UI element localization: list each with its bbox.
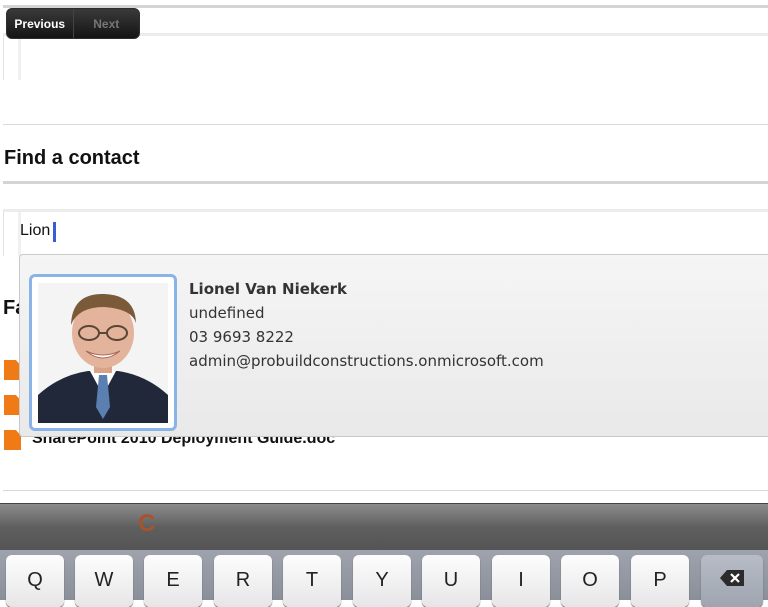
- section-divider: [3, 124, 768, 125]
- key-t[interactable]: T: [283, 555, 341, 607]
- prev-next-control: Previous Next: [6, 8, 140, 39]
- key-w[interactable]: W: [75, 555, 133, 607]
- key-o[interactable]: O: [561, 555, 619, 607]
- previous-button[interactable]: Previous: [7, 9, 73, 38]
- key-r[interactable]: R: [214, 555, 272, 607]
- on-screen-keyboard: Q W E R T Y U I O P: [0, 549, 768, 607]
- key-e[interactable]: E: [144, 555, 202, 607]
- key-y[interactable]: Y: [353, 555, 411, 607]
- background-heading-fragment: C: [138, 510, 156, 537]
- key-p[interactable]: P: [631, 555, 689, 607]
- contact-photo: [38, 283, 168, 423]
- search-input-value: Lion: [20, 222, 51, 239]
- next-button[interactable]: Next: [72, 9, 139, 38]
- contact-title: undefined: [189, 304, 265, 322]
- key-i[interactable]: I: [492, 555, 550, 607]
- contact-name: Lionel Van Niekerk: [189, 280, 348, 298]
- list-divider: [3, 490, 768, 491]
- upper-input-left-edge: [18, 36, 21, 80]
- text-cursor: [53, 222, 56, 242]
- page-section-heading: Find a contact: [4, 147, 140, 169]
- person-photo-icon: [38, 283, 168, 423]
- contact-search-input[interactable]: [3, 209, 768, 256]
- upper-input-area[interactable]: [3, 33, 768, 80]
- backspace-key[interactable]: [701, 555, 763, 607]
- contact-email: admin@probuildconstructions.onmicrosoft.…: [189, 352, 544, 370]
- heading-underline: [3, 181, 768, 184]
- key-q[interactable]: Q: [6, 555, 64, 607]
- key-u[interactable]: U: [422, 555, 480, 607]
- contact-suggestion-popup[interactable]: Lionel Van Niekerk undefined 03 9693 822…: [19, 254, 768, 437]
- form-assistant-toolbar: [0, 503, 768, 550]
- backspace-icon: [720, 570, 744, 586]
- contact-photo-frame: [29, 274, 177, 431]
- contact-phone: 03 9693 8222: [189, 328, 294, 346]
